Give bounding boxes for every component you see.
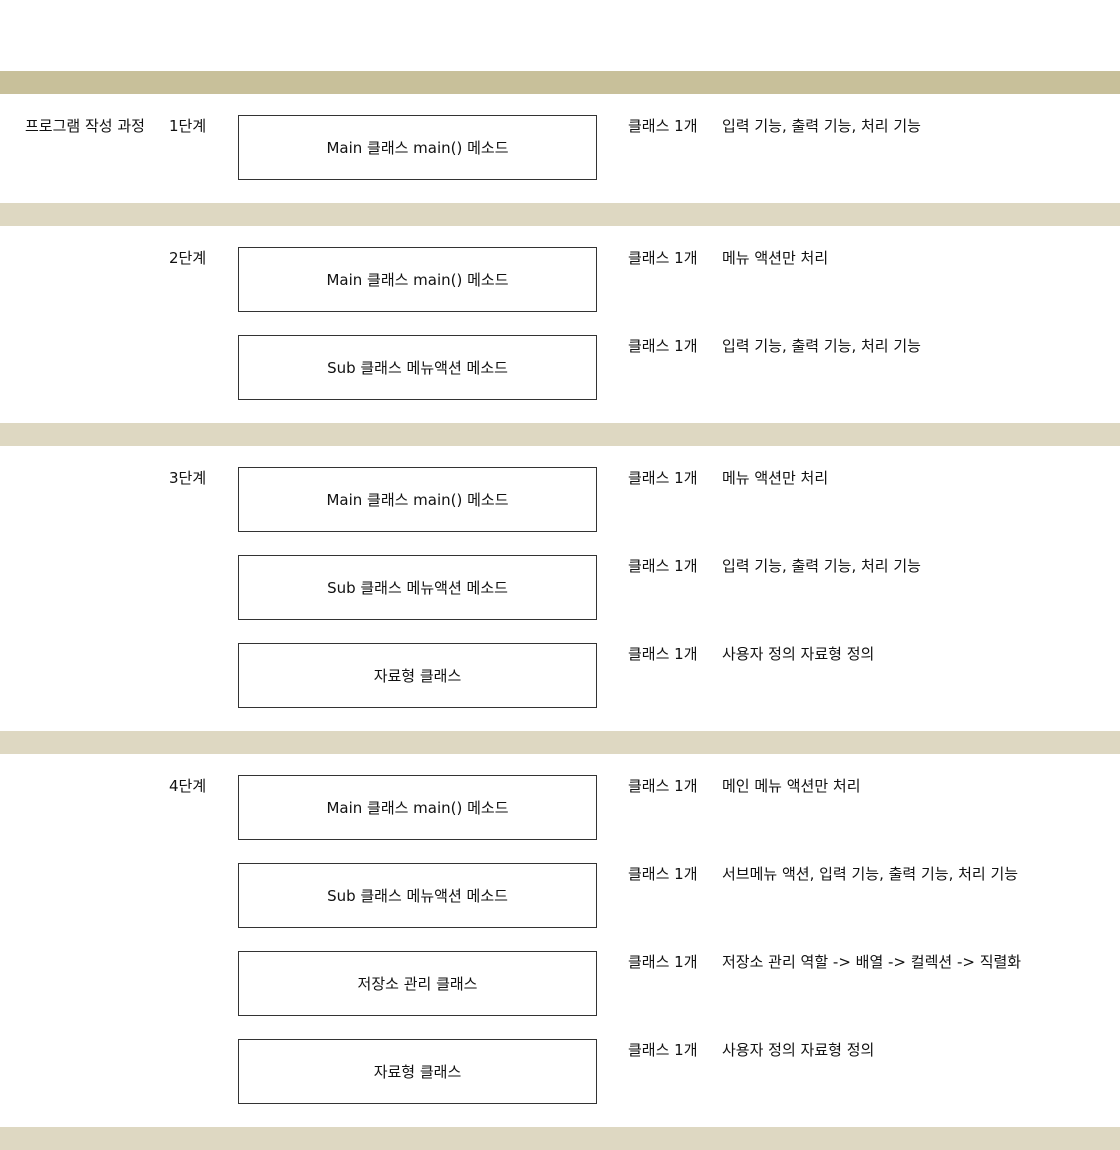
- class-description: 메뉴 액션만 처리: [722, 469, 829, 487]
- class-box: Main 클래스 main() 메소드: [238, 467, 597, 532]
- class-box: Main 클래스 main() 메소드: [238, 775, 597, 840]
- class-box: Sub 클래스 메뉴액션 메소드: [238, 863, 597, 928]
- separator-band: [0, 1127, 1120, 1150]
- class-count: 클래스 1개: [628, 117, 698, 135]
- class-count: 클래스 1개: [628, 337, 698, 355]
- class-description: 입력 기능, 출력 기능, 처리 기능: [722, 337, 921, 355]
- separator-band: [0, 423, 1120, 446]
- class-description: 메뉴 액션만 처리: [722, 249, 829, 267]
- separator-band: [0, 203, 1120, 226]
- class-count: 클래스 1개: [628, 469, 698, 487]
- class-count: 클래스 1개: [628, 557, 698, 575]
- class-count: 클래스 1개: [628, 953, 698, 971]
- class-description: 저장소 관리 역할 -> 배열 -> 컬렉션 -> 직렬화: [722, 953, 1022, 971]
- stage-label: 2단계: [169, 249, 207, 267]
- class-description: 사용자 정의 자료형 정의: [722, 645, 875, 663]
- class-box: Main 클래스 main() 메소드: [238, 115, 597, 180]
- class-box: Main 클래스 main() 메소드: [238, 247, 597, 312]
- class-description: 입력 기능, 출력 기능, 처리 기능: [722, 117, 921, 135]
- class-box: Sub 클래스 메뉴액션 메소드: [238, 555, 597, 620]
- class-box: 자료형 클래스: [238, 1039, 597, 1104]
- class-count: 클래스 1개: [628, 777, 698, 795]
- class-count: 클래스 1개: [628, 249, 698, 267]
- class-count: 클래스 1개: [628, 865, 698, 883]
- process-title: 프로그램 작성 과정: [25, 117, 145, 135]
- stage-label: 4단계: [169, 777, 207, 795]
- header-band: [0, 71, 1120, 94]
- separator-band: [0, 731, 1120, 754]
- class-count: 클래스 1개: [628, 645, 698, 663]
- class-description: 사용자 정의 자료형 정의: [722, 1041, 875, 1059]
- class-box: 자료형 클래스: [238, 643, 597, 708]
- class-box: 저장소 관리 클래스: [238, 951, 597, 1016]
- class-box: Sub 클래스 메뉴액션 메소드: [238, 335, 597, 400]
- class-description: 입력 기능, 출력 기능, 처리 기능: [722, 557, 921, 575]
- stage-label: 1단계: [169, 117, 207, 135]
- stage-label: 3단계: [169, 469, 207, 487]
- class-description: 서브메뉴 액션, 입력 기능, 출력 기능, 처리 기능: [722, 865, 1019, 883]
- class-count: 클래스 1개: [628, 1041, 698, 1059]
- class-description: 메인 메뉴 액션만 처리: [722, 777, 861, 795]
